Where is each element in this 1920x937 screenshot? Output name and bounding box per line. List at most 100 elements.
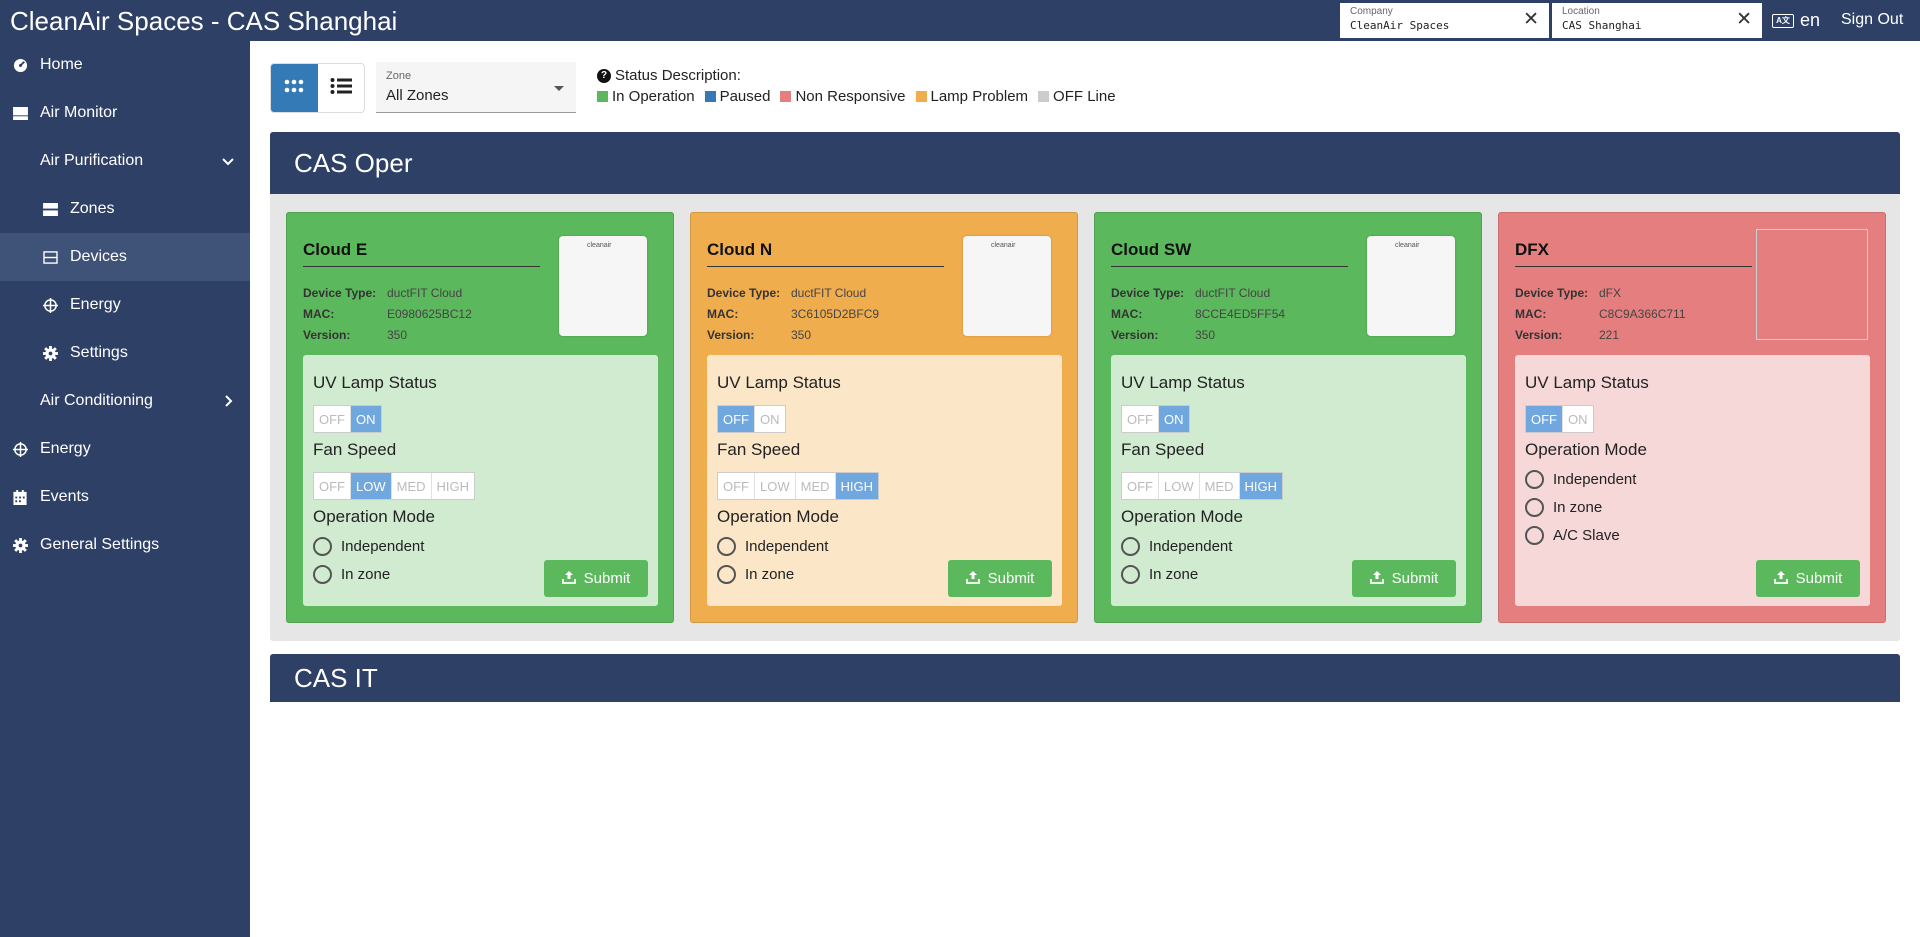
calendar-icon — [12, 489, 28, 505]
zone-header: CAS Oper — [270, 132, 1900, 194]
status-description: ? Status Description: In Operation Paused… — [597, 67, 1116, 105]
fan-option-med[interactable]: MED — [796, 473, 836, 499]
mac-label: MAC: — [1111, 307, 1143, 321]
uv-option-off[interactable]: OFF — [1526, 406, 1563, 432]
device-brand-text: cleanair — [1395, 242, 1420, 249]
fan-option-low[interactable]: LOW — [755, 473, 796, 499]
fan-option-high[interactable]: HIGH — [1239, 473, 1283, 499]
uv-option-on[interactable]: ON — [1563, 406, 1593, 432]
uv-option-on[interactable]: ON — [351, 406, 381, 432]
operation-mode-title: Operation Mode — [1525, 440, 1647, 459]
operation-mode-radio[interactable]: In zone — [1525, 498, 1602, 517]
operation-mode-title: Operation Mode — [717, 507, 839, 526]
device-info: Device Type: ductFIT Cloud MAC: 3C6105D2BFC… — [707, 283, 879, 346]
sidebar-item-general-settings[interactable]: General Settings — [0, 521, 250, 569]
uv-option-on[interactable]: ON — [755, 406, 785, 432]
fan-option-low[interactable]: LOW — [1159, 473, 1200, 499]
sidebar-item-air-purification[interactable]: Air Purification — [0, 137, 250, 185]
upload-icon — [1369, 570, 1384, 588]
chevron-right-icon — [220, 393, 236, 409]
radio-circle-icon — [1525, 470, 1544, 489]
fan-speed-selector: OFF LOW MED HIGH — [1121, 472, 1284, 500]
fan-option-off[interactable]: OFF — [718, 473, 755, 499]
legend-swatch — [597, 91, 608, 102]
device-brand-text: cleanair — [991, 242, 1016, 249]
submit-button[interactable]: Submit — [1352, 560, 1456, 597]
fan-speed-title: Fan Speed — [1121, 440, 1205, 459]
fan-option-low[interactable]: LOW — [351, 473, 392, 499]
legend-label: OFF Line — [1053, 88, 1116, 105]
energy-icon — [42, 297, 58, 313]
fan-option-high[interactable]: HIGH — [835, 473, 879, 499]
operation-mode-radio[interactable]: Independent — [717, 537, 828, 556]
clear-location-icon[interactable]: ✕ — [1736, 9, 1752, 31]
mac-value: C8C9A366C711 — [1599, 307, 1686, 321]
language-label: en — [1800, 10, 1821, 30]
uv-option-off[interactable]: OFF — [718, 406, 755, 432]
device-type-label: Device Type: — [707, 286, 781, 300]
status-legend: In Operation Paused Non Responsive Lamp Pro… — [597, 88, 1116, 105]
sidebar-item-events[interactable]: Events — [0, 473, 250, 521]
company-selector[interactable]: Company CleanAir Spaces ✕ — [1340, 3, 1549, 38]
sidebar-item-zones[interactable]: Zones — [0, 185, 250, 233]
operation-mode-radio[interactable]: In zone — [313, 565, 390, 584]
language-switcher[interactable]: A文 en — [1772, 10, 1820, 31]
sidebar-item-devices[interactable]: Devices — [0, 233, 250, 281]
legend-swatch — [1038, 91, 1050, 102]
sidebar-item-air-conditioning[interactable]: Air Conditioning — [0, 377, 250, 425]
legend-item: In Operation — [597, 88, 695, 105]
sidebar-item-label: Air Monitor — [40, 104, 118, 121]
legend-label: In Operation — [612, 88, 695, 105]
fan-speed-title: Fan Speed — [313, 440, 397, 459]
sidebar-item-label: Air Purification — [40, 152, 144, 169]
sidebar-item-energy[interactable]: Energy — [0, 425, 250, 473]
submit-button[interactable]: Submit — [1756, 560, 1860, 597]
fan-option-off[interactable]: OFF — [1122, 473, 1159, 499]
uv-option-off[interactable]: OFF — [1122, 406, 1159, 432]
operation-mode-radio[interactable]: Independent — [313, 537, 424, 556]
grid-view-button[interactable] — [271, 64, 318, 112]
fan-option-med[interactable]: MED — [1200, 473, 1240, 499]
mac-value: E0980625BC12 — [387, 307, 472, 321]
sidebar-item-label: Zones — [70, 200, 115, 217]
sidebar-item-home[interactable]: Home — [0, 41, 250, 89]
legend-swatch — [780, 91, 792, 102]
uv-lamp-status-title: UV Lamp Status — [1121, 373, 1245, 392]
sidebar-item-air-monitor[interactable]: Air Monitor — [0, 89, 250, 137]
location-selector[interactable]: Location CAS Shanghai ✕ — [1552, 3, 1762, 38]
sidebar-item-label: Devices — [70, 248, 127, 265]
version-value: 350 — [1195, 328, 1216, 342]
legend-swatch — [704, 91, 716, 102]
version-label: Version: — [1111, 328, 1159, 342]
fan-option-med[interactable]: MED — [392, 473, 432, 499]
sidebar-item-energy-sub[interactable]: Energy — [0, 281, 250, 329]
clear-company-icon[interactable]: ✕ — [1523, 9, 1539, 31]
operation-mode-radio[interactable]: In zone — [1121, 565, 1198, 584]
fan-option-high[interactable]: HIGH — [432, 473, 475, 499]
operation-mode-title: Operation Mode — [1121, 507, 1243, 526]
radio-circle-icon — [313, 537, 332, 556]
submit-button[interactable]: Submit — [948, 560, 1052, 597]
submit-button[interactable]: Submit — [544, 560, 648, 597]
operation-mode-title: Operation Mode — [313, 507, 435, 526]
sign-out-link[interactable]: Sign Out — [1841, 11, 1903, 29]
sidebar-item-label: General Settings — [40, 536, 160, 553]
operation-mode-radio[interactable]: Independent — [1525, 470, 1636, 489]
uv-lamp-toggle: OFF ON — [717, 405, 786, 433]
sidebar-item-settings-sub[interactable]: Settings — [0, 329, 250, 377]
operation-mode-radio[interactable]: A/C Slave — [1525, 526, 1620, 545]
device-name: Cloud N — [707, 240, 944, 267]
device-name: Cloud E — [303, 240, 540, 267]
operation-mode-radio[interactable]: Independent — [1121, 537, 1232, 556]
list-view-button[interactable] — [318, 64, 365, 112]
uv-option-off[interactable]: OFF — [314, 406, 351, 432]
radio-circle-icon — [1525, 526, 1544, 545]
uv-option-on[interactable]: ON — [1159, 406, 1189, 432]
list-icon — [330, 77, 352, 100]
mac-value: 8CCE4ED5FF54 — [1195, 307, 1286, 321]
zone-select[interactable]: Zone All Zones — [376, 62, 576, 113]
fan-option-off[interactable]: OFF — [314, 473, 351, 499]
upload-icon — [1773, 570, 1788, 588]
operation-mode-radio[interactable]: In zone — [717, 565, 794, 584]
sidebar-item-label: Energy — [70, 296, 121, 313]
